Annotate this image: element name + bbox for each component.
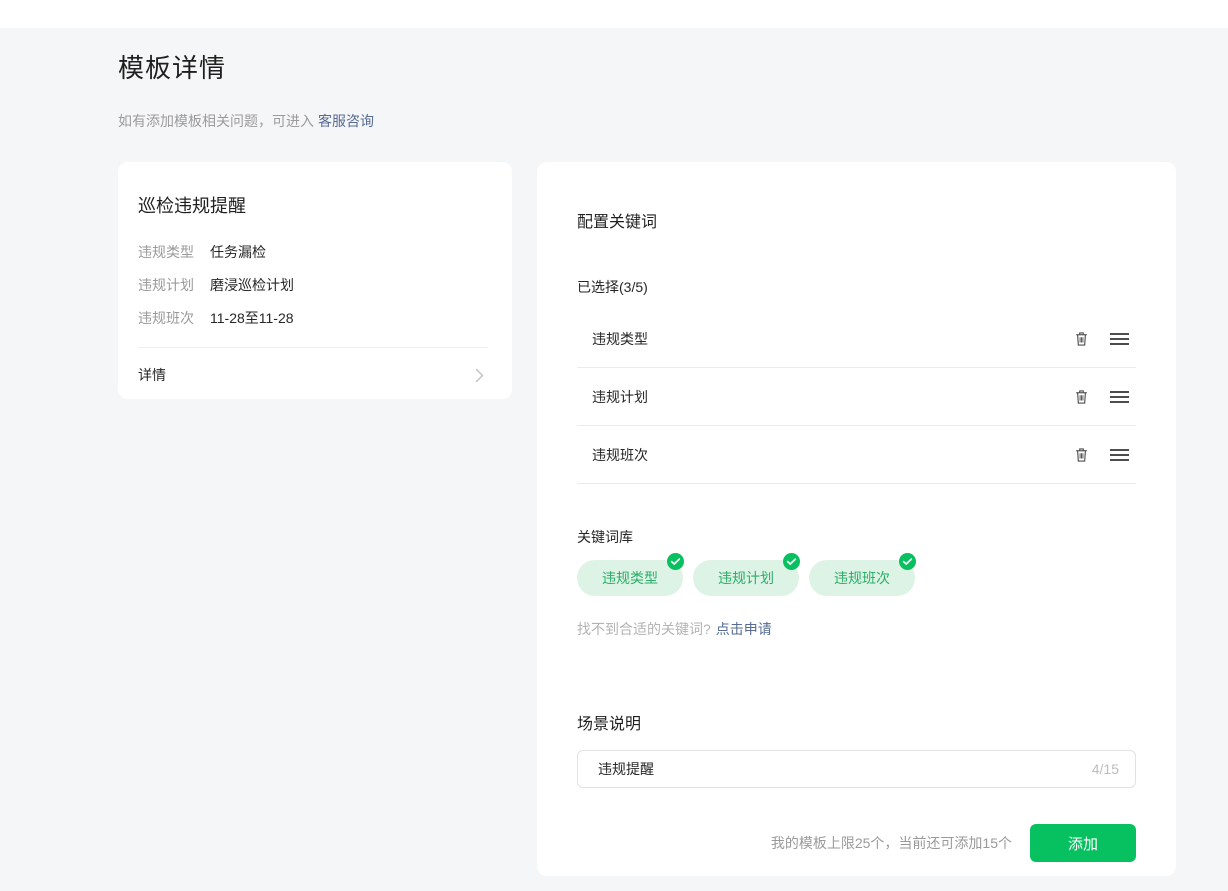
trash-icon[interactable] bbox=[1073, 330, 1090, 348]
template-preview-card: 巡检违规提醒 违规类型 任务漏检 违规计划 磨浸巡检计划 违规班次 11-28至… bbox=[118, 162, 512, 399]
template-quota-note: 我的模板上限25个，当前还可添加15个 bbox=[771, 833, 1012, 853]
template-field-row: 违规计划 磨浸巡检计划 bbox=[138, 275, 488, 295]
field-label: 违规班次 bbox=[138, 308, 210, 328]
keyword-hint: 找不到合适的关键词? 点击申请 bbox=[577, 619, 1136, 639]
drag-handle-icon[interactable] bbox=[1109, 448, 1130, 462]
selected-check-icon bbox=[667, 553, 684, 570]
drag-handle-icon[interactable] bbox=[1109, 332, 1130, 346]
keyword-name: 违规班次 bbox=[592, 445, 648, 465]
selected-keyword-row: 违规班次 bbox=[577, 426, 1136, 484]
trash-icon[interactable] bbox=[1073, 446, 1090, 464]
field-value: 11-28至11-28 bbox=[210, 308, 294, 328]
card-footer: 我的模板上限25个，当前还可添加15个 添加 bbox=[577, 824, 1136, 862]
field-value: 磨浸巡检计划 bbox=[210, 275, 294, 295]
page-background: 模板详情 如有添加模板相关问题，可进入客服咨询 巡检违规提醒 违规类型 任务漏检… bbox=[0, 28, 1228, 891]
keyword-library-list: 违规类型 违规计划 违规班次 bbox=[577, 560, 1136, 596]
row-actions bbox=[1073, 388, 1130, 406]
detail-label: 详情 bbox=[138, 365, 166, 385]
template-field-row: 违规班次 11-28至11-28 bbox=[138, 308, 488, 328]
selected-keyword-list: 违规类型 违规计划 bbox=[577, 310, 1136, 484]
chevron-right-icon bbox=[475, 368, 484, 383]
scene-input-value: 违规提醒 bbox=[598, 759, 654, 779]
scene-description-input[interactable]: 违规提醒 4/15 bbox=[577, 750, 1136, 788]
selected-check-icon bbox=[899, 553, 916, 570]
library-keyword-pill[interactable]: 违规类型 bbox=[577, 560, 683, 596]
apply-keyword-link[interactable]: 点击申请 bbox=[716, 621, 772, 637]
template-fields: 违规类型 任务漏检 违规计划 磨浸巡检计划 违规班次 11-28至11-28 bbox=[138, 242, 488, 328]
config-section-title: 配置关键词 bbox=[577, 208, 1136, 232]
keyword-name: 违规计划 bbox=[592, 387, 648, 407]
pill-label: 违规计划 bbox=[718, 570, 774, 586]
page-subtitle: 如有添加模板相关问题，可进入客服咨询 bbox=[118, 111, 1228, 131]
customer-service-link[interactable]: 客服咨询 bbox=[318, 113, 374, 129]
row-actions bbox=[1073, 330, 1130, 348]
field-value: 任务漏检 bbox=[210, 242, 266, 262]
library-keyword-pill[interactable]: 违规计划 bbox=[693, 560, 799, 596]
template-name: 巡检违规提醒 bbox=[138, 192, 488, 218]
selected-check-icon bbox=[783, 553, 800, 570]
char-counter: 4/15 bbox=[1092, 761, 1119, 777]
keyword-name: 违规类型 bbox=[592, 329, 648, 349]
top-white-bar bbox=[0, 0, 1228, 28]
selected-keyword-row: 违规计划 bbox=[577, 368, 1136, 426]
field-label: 违规计划 bbox=[138, 275, 210, 295]
field-label: 违规类型 bbox=[138, 242, 210, 262]
selected-count-label: 已选择(3/5) bbox=[577, 277, 1136, 297]
scene-section-title: 场景说明 bbox=[577, 710, 1136, 734]
add-button[interactable]: 添加 bbox=[1030, 824, 1136, 862]
keyword-library-label: 关键词库 bbox=[577, 527, 1136, 547]
drag-handle-icon[interactable] bbox=[1109, 390, 1130, 404]
template-field-row: 违规类型 任务漏检 bbox=[138, 242, 488, 262]
keyword-config-card: 配置关键词 已选择(3/5) 违规类型 违规计划 bbox=[537, 162, 1176, 876]
subtitle-text: 如有添加模板相关问题，可进入 bbox=[118, 113, 314, 129]
cards-row: 巡检违规提醒 违规类型 任务漏检 违规计划 磨浸巡检计划 违规班次 11-28至… bbox=[118, 162, 1228, 876]
selected-keyword-row: 违规类型 bbox=[577, 310, 1136, 368]
library-keyword-pill[interactable]: 违规班次 bbox=[809, 560, 915, 596]
page-title: 模板详情 bbox=[118, 28, 1228, 85]
trash-icon[interactable] bbox=[1073, 388, 1090, 406]
pill-label: 违规班次 bbox=[834, 570, 890, 586]
detail-link-row[interactable]: 详情 bbox=[138, 348, 488, 385]
row-actions bbox=[1073, 446, 1130, 464]
hint-text: 找不到合适的关键词? bbox=[577, 621, 711, 637]
pill-label: 违规类型 bbox=[602, 570, 658, 586]
